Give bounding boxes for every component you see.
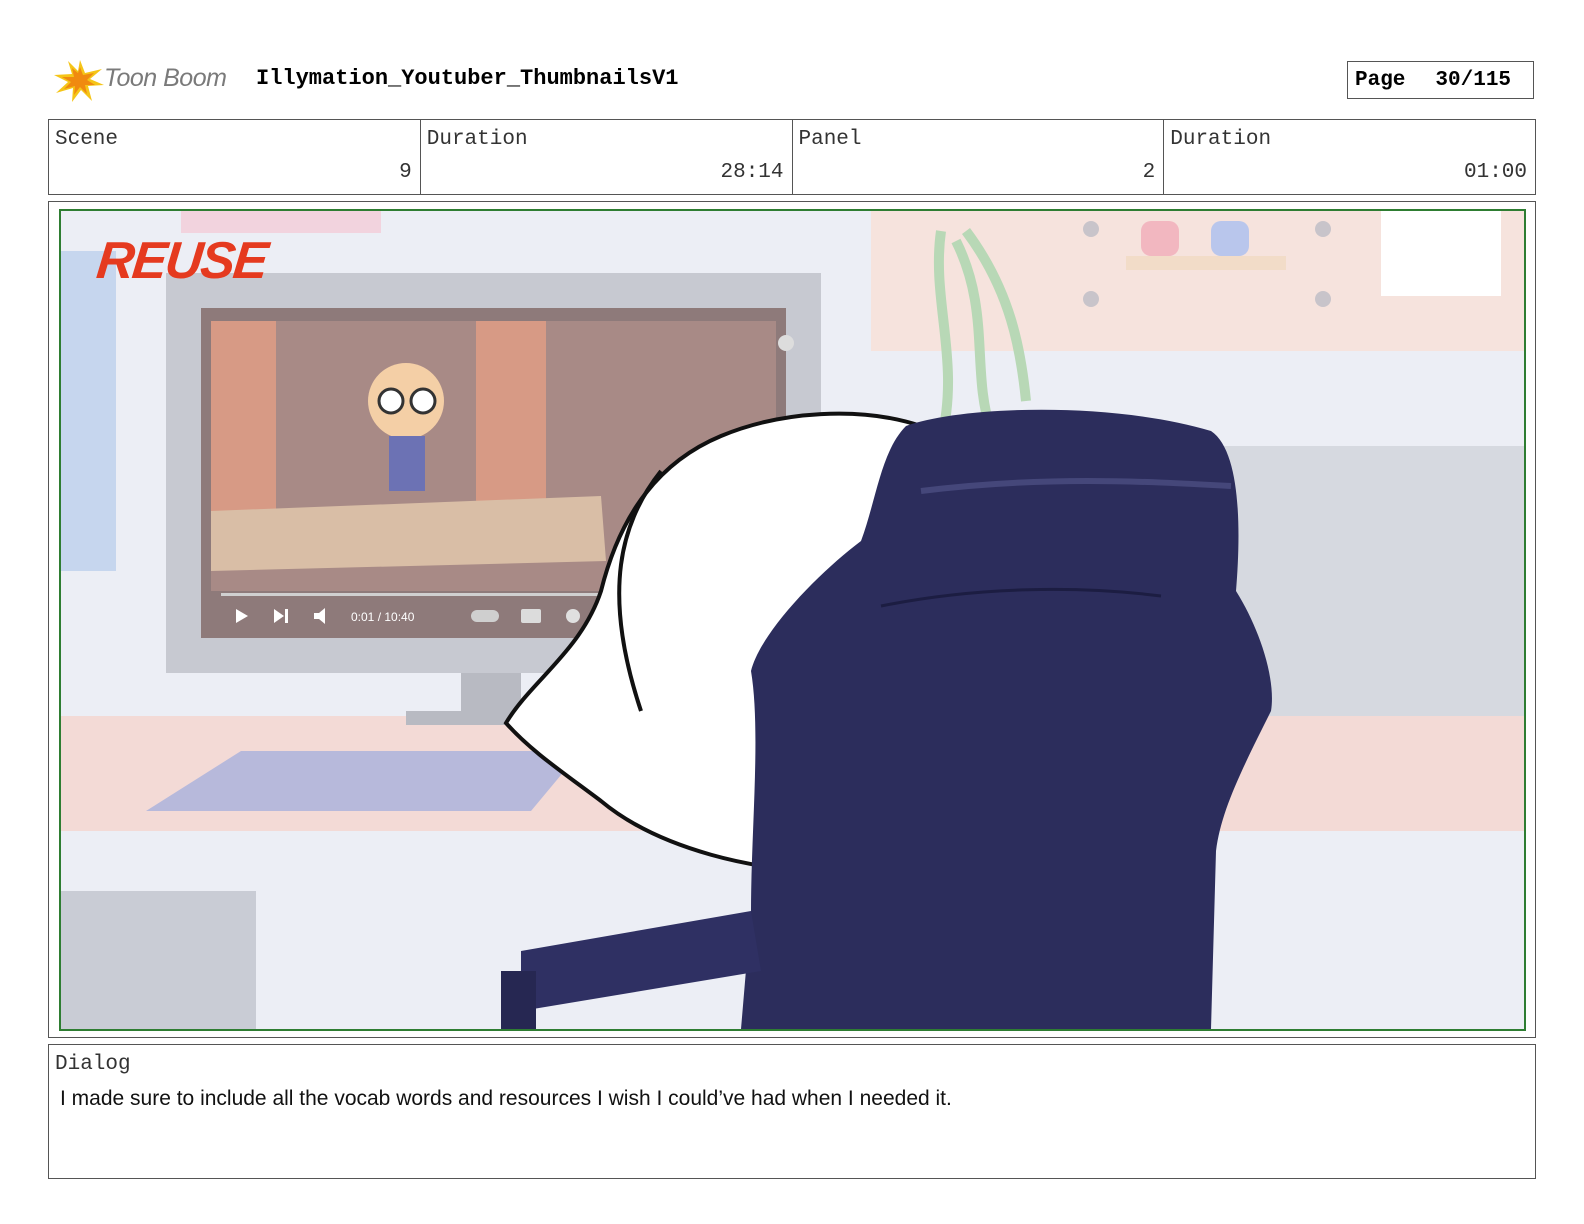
scene-value: 9	[399, 161, 412, 184]
reuse-stamp: REUSE	[93, 232, 270, 290]
panel-cell: Panel 2	[793, 120, 1165, 194]
panel-duration-cell: Duration 01:00	[1164, 120, 1535, 194]
cc-icon	[521, 609, 541, 623]
scene-duration-value: 28:14	[720, 161, 784, 184]
panel-duration-label: Duration	[1170, 128, 1272, 151]
page-number: 30/115	[1435, 68, 1512, 92]
logo-text: Toon Boom	[104, 64, 227, 92]
scene-duration-cell: Duration 28:14	[421, 120, 793, 194]
scene-info-row: Scene 9 Duration 28:14 Panel 2 Duration …	[48, 119, 1536, 195]
panel-value: 2	[1142, 161, 1156, 184]
panel-duration-value: 01:00	[1463, 161, 1527, 184]
autoplay-toggle-icon	[471, 610, 499, 622]
video-time: 0:01 / 10:40	[351, 610, 415, 624]
panel-label: Panel	[798, 128, 862, 151]
page-indicator: Page 30/115	[1347, 61, 1534, 99]
page-label: Page	[1355, 68, 1406, 92]
scene-duration-label: Duration	[426, 128, 528, 151]
dialog-text: I made sure to include all the vocab wor…	[60, 1087, 952, 1110]
info-icon	[778, 335, 794, 351]
project-title: Illymation_Youtuber_ThumbnailsV1	[256, 66, 679, 91]
scene-label: Scene	[55, 128, 119, 151]
dialog-box: Dialog I made sure to include all the vo…	[48, 1044, 1536, 1179]
dialog-label: Dialog	[55, 1053, 131, 1076]
scene-cell: Scene 9	[49, 120, 421, 194]
panel-illustration: 0:01 / 10:40	[61, 211, 1524, 1029]
storyboard-panel: 0:01 / 10:40 REUSE	[59, 209, 1526, 1031]
settings-gear-icon	[566, 609, 580, 623]
